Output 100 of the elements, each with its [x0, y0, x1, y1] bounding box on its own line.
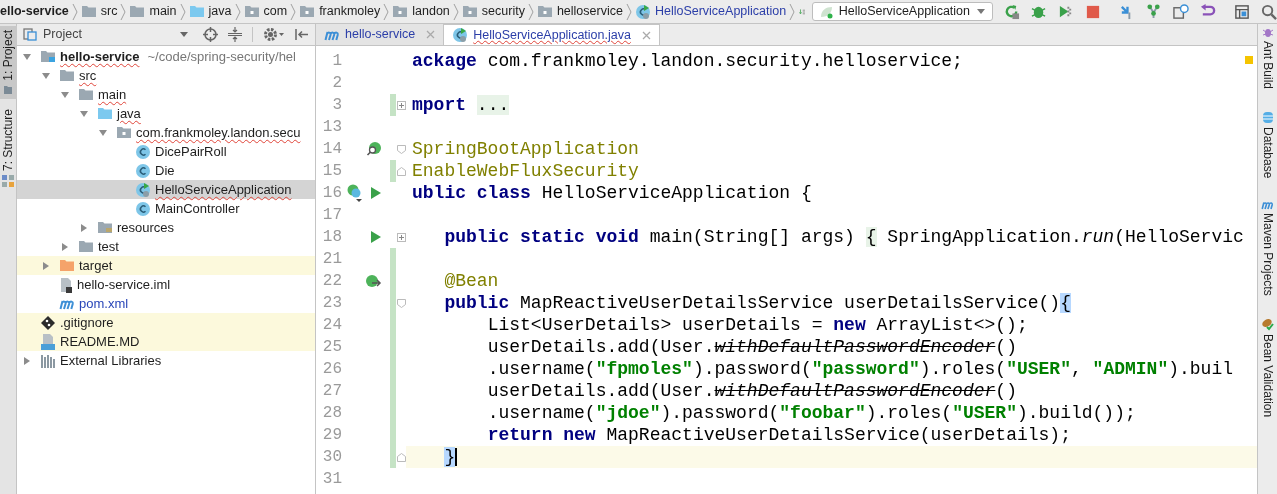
fold-expand-icon[interactable]: [396, 232, 406, 242]
history-icon[interactable]: [1173, 3, 1189, 20]
tool-window-button[interactable]: 1: Project: [0, 26, 17, 99]
vcs-commit-icon[interactable]: [1146, 3, 1162, 20]
breadcrumb[interactable]: com: [240, 2, 291, 21]
spring-class-icon: [452, 27, 469, 43]
line-number: 2: [331, 73, 342, 94]
chevron-icon: [290, 1, 297, 22]
collapse-all-icon[interactable]: [228, 27, 242, 42]
chevron-icon: [383, 1, 390, 22]
tree-item[interactable]: hello-service ~/code/spring-security/hel: [17, 47, 315, 66]
tree-item[interactable]: External Libraries: [17, 351, 315, 370]
package-icon: [243, 5, 260, 18]
coverage-icon[interactable]: [1058, 3, 1074, 20]
tree-item[interactable]: HelloServiceApplication: [17, 180, 315, 199]
editor-tab[interactable]: hello-service: [316, 24, 444, 45]
code-line: List<UserDetails> userDetails = new ArrayList<>();: [486, 314, 1028, 336]
breadcrumb[interactable]: helloservice: [533, 2, 626, 21]
fold-start-icon[interactable]: [396, 298, 406, 308]
collapsed-arrow-icon[interactable]: [61, 241, 69, 252]
bean-link-icon[interactable]: [365, 273, 382, 289]
tool-window-button[interactable]: Maven Projects: [1259, 200, 1276, 297]
spring-leaf-icon: [818, 4, 833, 19]
tree-item[interactable]: com.frankmoley.landon.secu: [17, 123, 315, 142]
editor-tab[interactable]: HelloServiceApplication.java: [443, 24, 660, 45]
close-icon[interactable]: [641, 30, 651, 40]
spring-class-icon: [634, 3, 651, 20]
tree-item[interactable]: test: [17, 237, 315, 256]
tree-item[interactable]: MainController: [17, 199, 315, 218]
tree-item[interactable]: README.MD: [17, 332, 315, 351]
spring-class-icon: [135, 181, 151, 198]
rerun-icon[interactable]: [1004, 3, 1020, 20]
caret-icon[interactable]: [179, 31, 189, 38]
change-marker[interactable]: [390, 248, 396, 270]
change-marker[interactable]: [390, 446, 396, 468]
line-number: 30: [321, 447, 342, 468]
tool-window-button[interactable]: 7: Structure: [0, 104, 17, 191]
search-icon[interactable]: [1261, 3, 1277, 20]
ant-icon: [1261, 26, 1274, 38]
chevron-icon: [120, 1, 127, 22]
run-icon[interactable]: [370, 186, 382, 200]
line-number: 13: [321, 117, 342, 138]
tree-item[interactable]: hello-service.iml: [17, 275, 315, 294]
tree-item[interactable]: src: [17, 66, 315, 85]
tool-window-button[interactable]: Bean Validation: [1259, 318, 1276, 418]
collapsed-arrow-icon[interactable]: [23, 355, 31, 366]
fold-start-icon[interactable]: [396, 144, 406, 154]
line-number: 23: [321, 293, 342, 314]
code-line: return new MapReactiveUserDetailsService(userDetails);: [486, 424, 1071, 446]
line-number: 26: [321, 359, 342, 380]
tool-window-button[interactable]: Database: [1259, 111, 1276, 179]
project-view-icon: [23, 28, 37, 41]
tree-item[interactable]: target: [17, 256, 315, 275]
breadcrumb[interactable]: ello-service: [0, 2, 72, 21]
folder-icon: [3, 84, 13, 95]
tree-item[interactable]: DicePairRoll: [17, 142, 315, 161]
line-number: 31: [321, 469, 342, 490]
markdown-file-icon: [40, 333, 56, 350]
project-structure-icon[interactable]: [1234, 3, 1250, 20]
package-icon: [299, 5, 316, 18]
bean-class-icon[interactable]: [346, 184, 364, 202]
fold-expand-icon[interactable]: [396, 100, 406, 110]
bean-search-icon[interactable]: [366, 141, 382, 157]
fold-end-icon[interactable]: [396, 452, 406, 462]
collapsed-arrow-icon[interactable]: [80, 222, 88, 233]
tree-item[interactable]: java: [17, 104, 315, 123]
line-number: 27: [321, 381, 342, 402]
breadcrumb[interactable]: java: [185, 2, 235, 21]
close-icon[interactable]: [426, 30, 436, 39]
breadcrumb[interactable]: src: [77, 2, 121, 21]
code-line: public static void main(String[] args) { SpringApplication.run(HelloServic: [443, 226, 1244, 248]
breadcrumb[interactable]: security: [458, 2, 528, 21]
tree-item[interactable]: .gitignore: [17, 313, 315, 332]
breadcrumb[interactable]: main: [126, 2, 180, 21]
breadcrumb[interactable]: HelloServiceApplication: [631, 2, 790, 21]
line-number: 18: [321, 227, 342, 248]
locate-icon[interactable]: [203, 27, 218, 42]
warning-marker[interactable]: [1245, 56, 1253, 64]
code-line: EnableWebFluxSecurity: [412, 160, 639, 182]
stop-icon[interactable]: [1085, 3, 1101, 20]
hide-panel-icon[interactable]: [295, 28, 309, 41]
tool-window-button[interactable]: Ant Build: [1259, 26, 1276, 90]
tree-item[interactable]: Die: [17, 161, 315, 180]
run-config-dropdown[interactable]: HelloServiceApplication: [811, 2, 993, 21]
tree-item[interactable]: resources: [17, 218, 315, 237]
package-icon: [392, 5, 409, 18]
code-line: userDetails.add(User.withDefaultPasswordEncoder(): [486, 336, 1017, 358]
chevron-icon: [625, 1, 632, 22]
collapsed-arrow-icon[interactable]: [42, 260, 50, 271]
breadcrumb[interactable]: frankmoley: [296, 2, 384, 21]
run-icon[interactable]: [370, 230, 382, 244]
tree-item[interactable]: pom.xml: [17, 294, 315, 313]
settings-icon[interactable]: [263, 27, 285, 42]
change-marker[interactable]: [390, 160, 396, 182]
tree-item[interactable]: main: [17, 85, 315, 104]
change-marker[interactable]: [390, 94, 396, 116]
package-icon: [461, 5, 478, 18]
structure-icon: [2, 174, 14, 187]
breadcrumb[interactable]: landon: [389, 2, 453, 21]
fold-end-icon[interactable]: [396, 166, 406, 176]
